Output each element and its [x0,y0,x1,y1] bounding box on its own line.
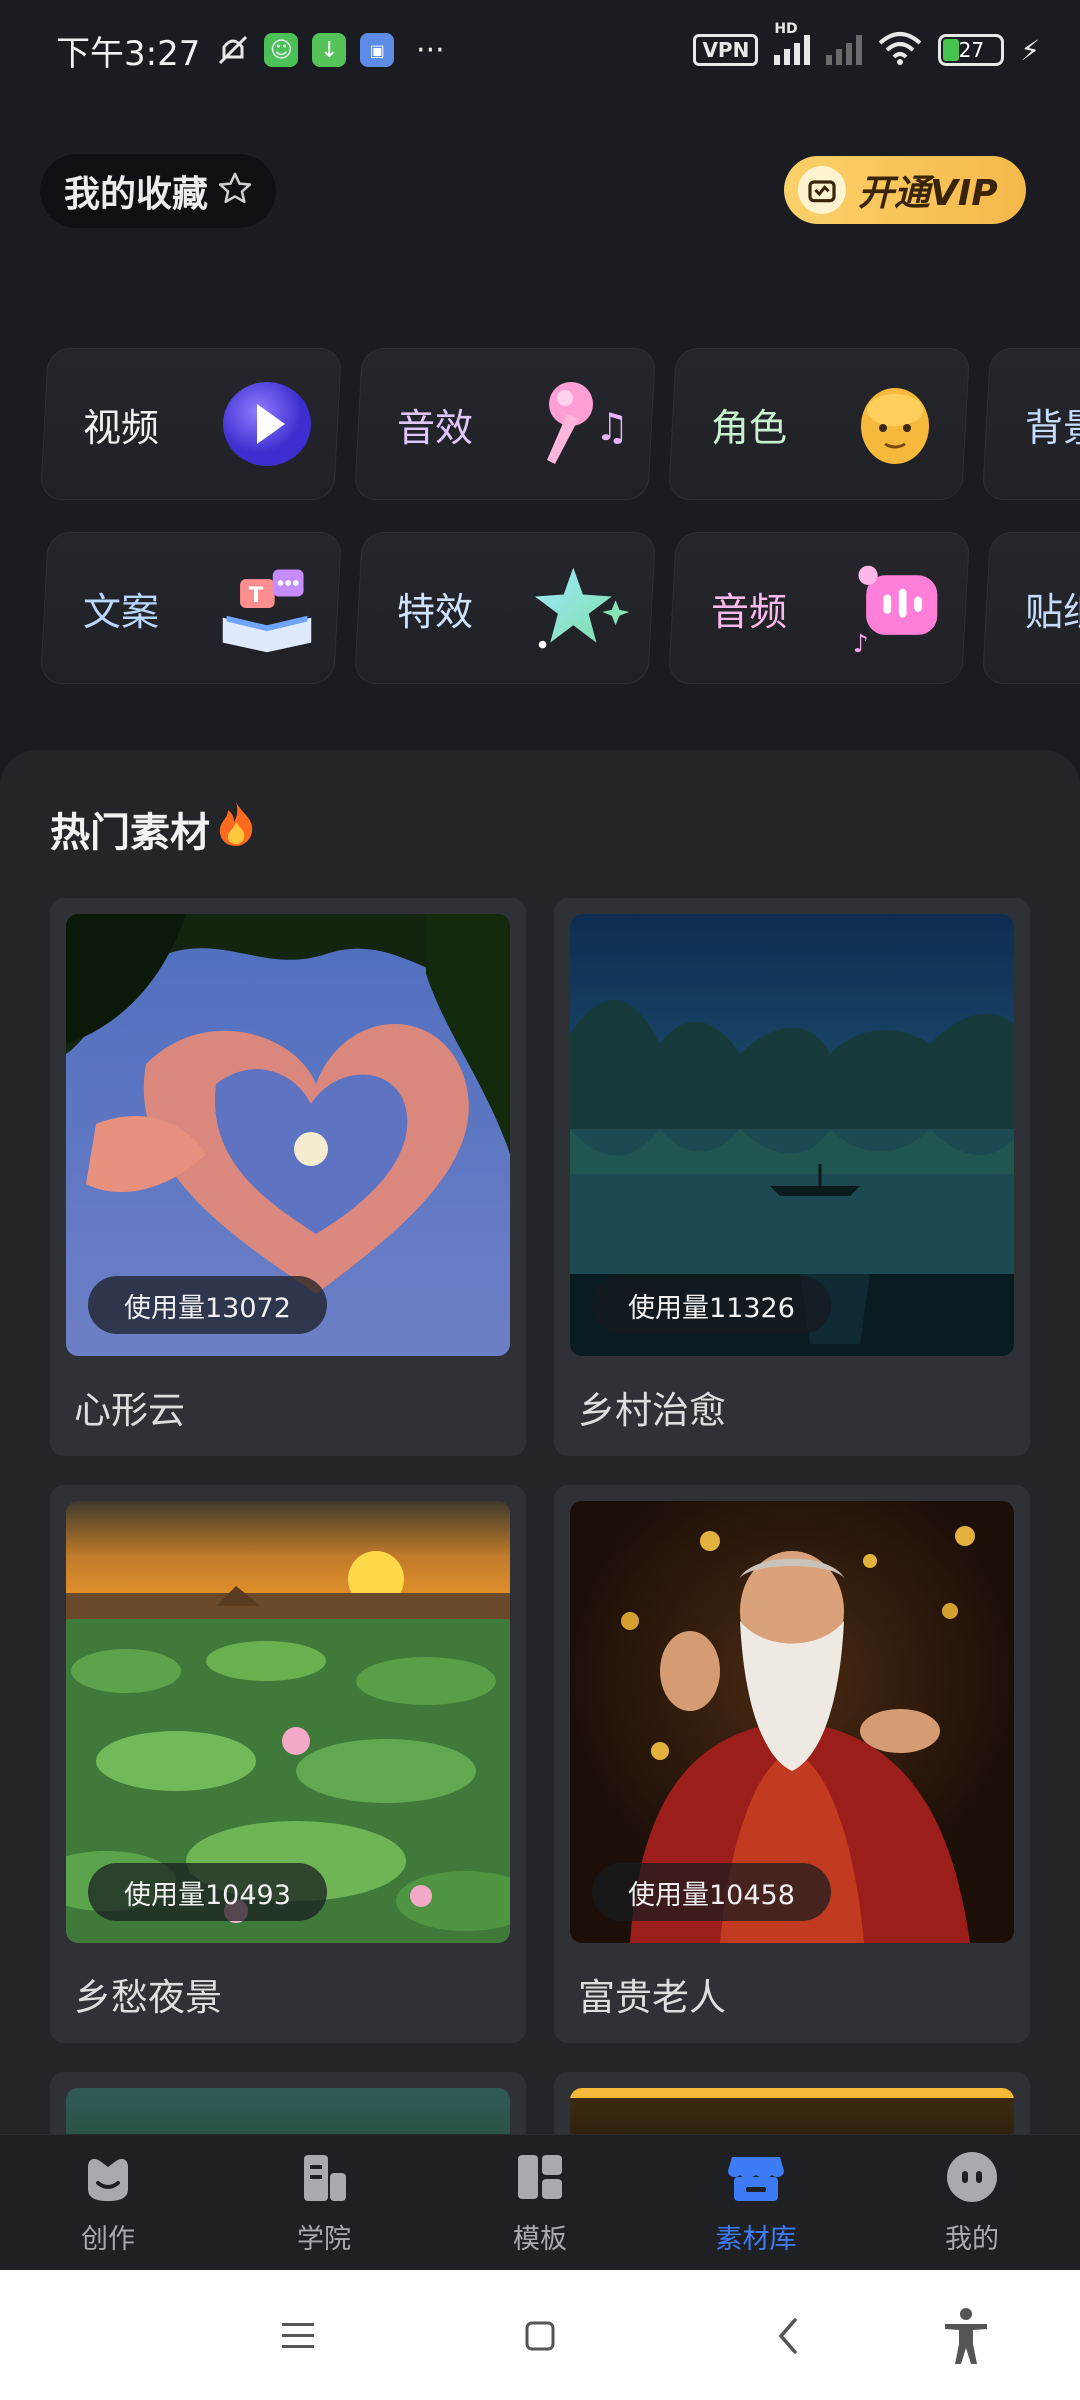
signal-icon: HD [774,21,811,65]
svg-text:♫: ♫ [595,405,629,449]
nav-material-library[interactable]: 素材库 [648,2135,864,2270]
open-vip-button[interactable]: 开通VIP [784,156,1026,224]
material-thumbnail-forest [66,2088,510,2135]
category-row-1: 视频 音效 ♫ 角色 背景 [40,348,1080,500]
material-card[interactable]: 使用量13072 心形云 [50,898,526,1456]
app-notification-icon: ☺ [264,33,299,67]
microphone-icon: ♫ [531,374,631,474]
nav-template[interactable]: 模板 [432,2135,648,2270]
material-title: 心形云 [74,1389,185,1432]
svg-text:♪: ♪ [853,629,869,658]
menu-icon[interactable] [268,2306,328,2366]
material-title: 乡村治愈 [578,1389,726,1432]
vpn-indicator: VPN [693,34,759,66]
download-icon: ↓ [312,33,347,67]
hot-materials-panel: 热门素材 使用量13072 心形云 使用量11326 乡村治愈 使用量10493… [0,750,1080,2135]
more-notifications-icon: ··· [416,32,445,68]
star-outline-icon [216,170,254,212]
nav-label: 学院 [297,2224,351,2255]
nav-academy[interactable]: 学院 [216,2135,432,2270]
battery-level: 27 [958,38,985,62]
template-icon [512,2149,568,2209]
nav-create[interactable]: 创作 [0,2135,216,2270]
svg-text:T: T [249,582,264,607]
nav-label: 创作 [81,2224,135,2255]
text-book-icon: T [217,558,317,658]
nav-profile[interactable]: 我的 [864,2135,1080,2270]
category-audio[interactable]: 音频 ♪ [668,532,970,684]
material-thumbnail-lotus-sunset: 使用量10493 [66,1501,510,1943]
vip-label: 开通VIP [858,173,998,214]
category-video[interactable]: 视频 [40,348,342,500]
material-title: 富贵老人 [578,1976,726,2019]
crown-icon [798,166,846,214]
accessibility-icon[interactable] [936,2306,996,2366]
material-thumbnail-gold [570,2088,1014,2135]
hd-label: HD [774,21,798,37]
material-card[interactable]: 使用量11326 乡村治愈 [554,898,1030,1456]
material-thumbnail-village-lake: 使用量11326 [570,914,1014,1356]
system-navigation-bar [0,2270,1080,2400]
category-label: 贴纸 [1025,589,1080,634]
category-label: 角色 [711,405,788,450]
battery-icon: 27 [938,34,1005,66]
play-icon [217,374,317,474]
category-label: 视频 [83,405,160,450]
material-thumbnail-rich-elder: 使用量10458 [570,1501,1014,1943]
material-card[interactable]: 使用量10458 富贵老人 [554,1485,1030,2043]
charging-icon: ⚡ [1020,33,1040,67]
category-effects[interactable]: 特效 [354,532,656,684]
category-label: 文案 [83,589,160,634]
category-background[interactable]: 背景 [982,348,1080,500]
material-card-partial[interactable] [554,2072,1030,2135]
status-time: 下午3:27 [56,33,201,74]
material-card[interactable]: 使用量10493 乡愁夜景 [50,1485,526,2043]
material-thumbnail-heart-cloud: 使用量13072 [66,914,510,1356]
mute-icon [216,33,250,67]
my-favorites-button[interactable]: 我的收藏 [40,154,277,228]
nav-label: 素材库 [715,2224,797,2255]
hot-title-text: 热门素材 [50,810,210,856]
back-icon[interactable] [758,2306,818,2366]
usage-count-badge: 使用量10458 [592,1863,831,1921]
usage-count-badge: 使用量11326 [592,1276,831,1334]
usage-count-badge: 使用量13072 [88,1276,327,1334]
create-icon [80,2149,136,2209]
face-icon [845,374,945,474]
audio-icon: ♪ [845,558,945,658]
bottom-navigation: 创作 学院 模板 素材库 我的 [0,2134,1080,2270]
signal-2-icon [826,35,863,65]
material-title: 乡愁夜景 [74,1976,222,2019]
wifi-icon [878,31,922,69]
usage-count-badge: 使用量10493 [88,1863,327,1921]
category-label: 音频 [711,589,788,634]
category-copywriting[interactable]: 文案 T [40,532,342,684]
favorites-label: 我的收藏 [64,174,209,215]
home-icon[interactable] [510,2306,570,2366]
material-card-partial[interactable] [50,2072,526,2135]
category-label: 音效 [397,405,474,450]
category-row-2: 文案 T 特效 音频 ♪ 贴纸 [40,532,1080,684]
store-icon [726,2149,786,2209]
category-label: 特效 [397,589,474,634]
academy-icon [296,2149,352,2209]
nav-label: 我的 [945,2224,999,2255]
status-bar: 下午3:27 ☺ ↓ ▣ ··· VPN HD 27 ⚡ [0,0,1080,100]
category-character[interactable]: 角色 [668,348,970,500]
fire-icon [214,800,258,858]
category-sound-effects[interactable]: 音效 ♫ [354,348,656,500]
hot-materials-title: 热门素材 [50,800,258,858]
star-icon [531,558,631,658]
profile-icon [944,2149,1000,2209]
category-label: 背景 [1025,405,1080,450]
app-badge-icon: ▣ [360,33,395,67]
category-sticker[interactable]: 贴纸 [982,532,1080,684]
nav-label: 模板 [513,2224,567,2255]
